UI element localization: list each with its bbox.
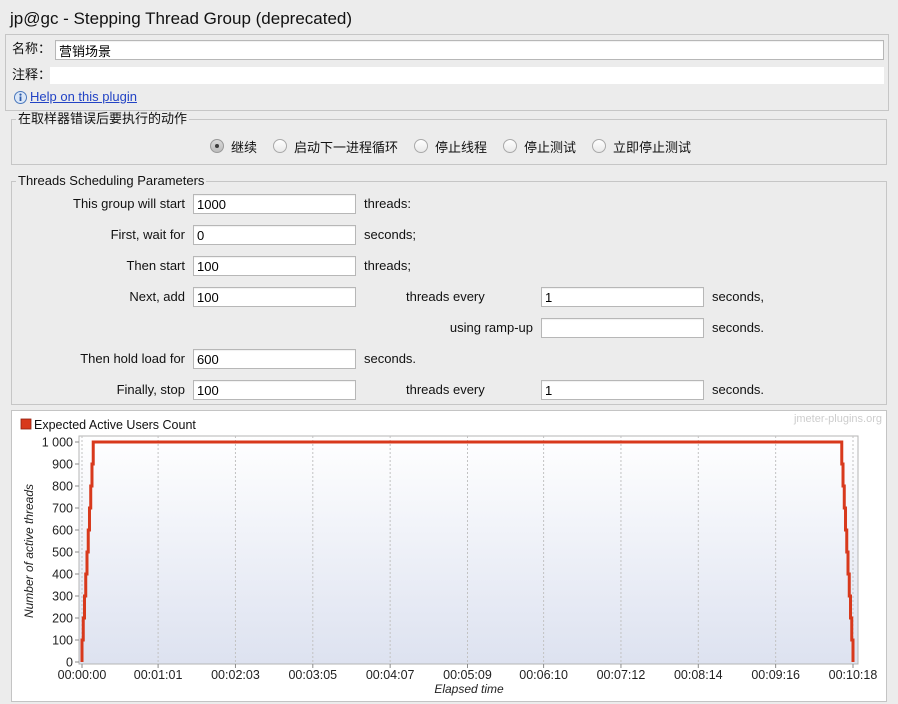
comment-field[interactable]: [50, 67, 884, 84]
chart-panel: Expected Active Users Count jmeter-plugi…: [11, 410, 887, 702]
radio-circle[interactable]: [210, 139, 224, 153]
radio-stop-test[interactable]: 停止测试: [503, 137, 576, 155]
x-tick-label: 00:01:01: [134, 668, 183, 682]
y-tick-label: 800: [52, 480, 73, 494]
initial-delay-label: First, wait for: [110, 227, 185, 242]
x-tick-label: 00:10:18: [829, 668, 878, 682]
legend-swatch: [20, 418, 32, 430]
x-tick-label: 00:04:07: [366, 668, 415, 682]
x-tick-label: 00:05:09: [443, 668, 492, 682]
initial-delay-unit: seconds;: [364, 227, 417, 242]
x-axis-title: Elapsed time: [434, 682, 504, 696]
active-threads-chart: Expected Active Users Count jmeter-plugi…: [20, 413, 882, 696]
y-tick-label: 500: [52, 546, 73, 560]
y-axis-title: Number of active threads: [22, 484, 36, 618]
ramp-up-input[interactable]: [541, 318, 704, 338]
radio-label: 继续: [231, 139, 258, 155]
radio-circle[interactable]: [273, 139, 287, 153]
error-action-legend: 在取样器错误后要执行的动作: [16, 111, 190, 127]
radio-circle[interactable]: [592, 139, 606, 153]
y-tick-label: 0: [66, 656, 73, 670]
comment-label: 注释：: [12, 67, 52, 82]
scheduling-legend: Threads Scheduling Parameters: [16, 173, 207, 189]
radio-stop-test-now[interactable]: 立即停止测试: [592, 137, 691, 155]
shutdown-middle-label: threads every: [406, 382, 485, 397]
legend-label: Expected Active Users Count: [34, 418, 196, 432]
initial-delay-input[interactable]: [193, 225, 356, 245]
panel-title: jp@gc - Stepping Thread Group (deprecate…: [10, 9, 353, 28]
shutdown-period-input[interactable]: [541, 380, 704, 400]
radio-start-next-loop[interactable]: 启动下一进程循环: [273, 137, 398, 155]
start-burst-unit: threads;: [364, 258, 411, 273]
increment-input[interactable]: [193, 287, 356, 307]
x-tick-label: 00:02:03: [211, 668, 260, 682]
radio-circle[interactable]: [414, 139, 428, 153]
radio-label: 启动下一进程循环: [294, 139, 399, 155]
help-link[interactable]: Help on this plugin: [30, 88, 137, 106]
y-tick-label: 900: [52, 458, 73, 472]
start-burst-input[interactable]: [193, 256, 356, 276]
y-tick-label: 200: [52, 612, 73, 626]
x-tick-label: 00:08:14: [674, 668, 723, 682]
increment-period-input[interactable]: [541, 287, 704, 307]
radio-stop-thread[interactable]: 停止线程: [414, 137, 487, 155]
start-burst-label: Then start: [126, 258, 185, 273]
ramp-up-label: using ramp-up: [449, 320, 533, 335]
start-threads-unit: threads:: [364, 196, 411, 211]
shutdown-input[interactable]: [193, 380, 356, 400]
increment-label: Next, add: [129, 289, 185, 304]
hold-input[interactable]: [193, 349, 356, 369]
y-tick-label: 1 000: [42, 436, 73, 450]
y-tick-label: 100: [52, 634, 73, 648]
start-threads-input[interactable]: [193, 194, 356, 214]
y-tick-label: 400: [52, 568, 73, 582]
start-threads-label: This group will start: [73, 196, 185, 211]
plot-area: [78, 435, 859, 665]
increment-period-unit: seconds,: [712, 289, 765, 304]
ramp-up-unit: seconds.: [712, 320, 765, 335]
info-icon[interactable]: [14, 91, 27, 104]
radio-label: 停止测试: [524, 139, 577, 155]
radio-label: 立即停止测试: [613, 139, 692, 155]
hold-label: Then hold load for: [80, 351, 185, 366]
shutdown-period-unit: seconds.: [712, 382, 765, 397]
x-tick-label: 00:00:00: [58, 668, 107, 682]
radio-circle[interactable]: [503, 139, 517, 153]
radio-continue[interactable]: 继续: [210, 137, 257, 155]
y-tick-label: 600: [52, 524, 73, 538]
name-label: 名称：: [12, 41, 52, 56]
y-tick-label: 700: [52, 502, 73, 516]
y-tick-label: 300: [52, 590, 73, 604]
x-tick-label: 00:07:12: [597, 668, 646, 682]
x-tick-label: 00:03:05: [288, 668, 337, 682]
x-tick-label: 00:09:16: [751, 668, 800, 682]
name-field[interactable]: [55, 40, 884, 60]
shutdown-label: Finally, stop: [116, 382, 185, 397]
radio-label: 停止线程: [435, 139, 488, 155]
x-tick-label: 00:06:10: [519, 668, 568, 682]
watermark: jmeter-plugins.org: [793, 413, 882, 425]
increment-middle-label: threads every: [406, 289, 485, 304]
hold-unit: seconds.: [364, 351, 417, 366]
